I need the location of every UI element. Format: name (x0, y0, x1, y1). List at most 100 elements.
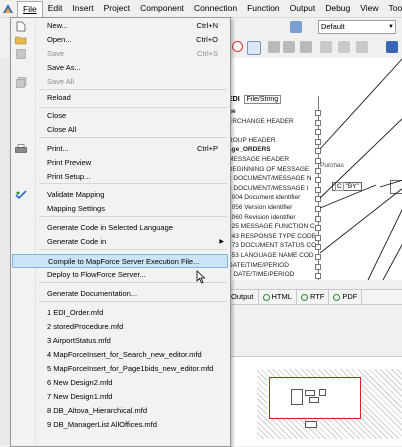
connect-icon[interactable] (247, 41, 261, 55)
menu-separator (39, 301, 227, 302)
menu-connection[interactable]: Connection (189, 1, 242, 16)
menu-item-3-airportstatus-mfd[interactable]: 3 AirportStatus.mfd (12, 334, 228, 348)
menu-item-save-as[interactable]: Save As... (12, 61, 228, 75)
menu-item-label: Reload (47, 93, 71, 102)
menu-item-label: 5 MapForceInsert_for_Page1bids_new_edito… (47, 364, 214, 373)
tab-pdf[interactable]: PDF (329, 290, 363, 304)
function-icon[interactable] (386, 41, 398, 53)
tab-html[interactable]: HTML (259, 290, 297, 304)
menu-separator (39, 216, 227, 217)
menu-item-new[interactable]: New... Ctrl+N (12, 19, 228, 33)
validate-icon (15, 189, 27, 201)
menu-item-label: Generate Code in Selected Language (47, 223, 173, 232)
menu-item-shortcut: Ctrl+P (196, 144, 218, 153)
menu-tools[interactable]: Tools (384, 1, 402, 16)
menu-item-label: 9 DB_ManagerList AllOffices.mfd (47, 420, 157, 429)
overview-component (291, 389, 303, 405)
menu-item-generate-code-in-selected-language[interactable]: Generate Code in Selected Language (12, 221, 228, 235)
menu-item-shortcut: Ctrl+S (196, 49, 218, 58)
save-all-icon (15, 76, 27, 88)
menu-output[interactable]: Output (285, 1, 321, 16)
menu-item-9-db-managerlist-alloffices-mfd[interactable]: 9 DB_ManagerList AllOffices.mfd (12, 418, 228, 432)
menu-item-label: Print Preview (47, 158, 92, 167)
menu-item-open[interactable]: Open... Ctrl+O (12, 33, 228, 47)
menu-item-label: New... (47, 21, 68, 30)
align-3-icon[interactable] (300, 41, 312, 53)
menu-separator (39, 137, 227, 138)
menu-item-2-storedprocedure-mfd[interactable]: 2 storedProcedure.mfd (12, 320, 228, 334)
menu-view[interactable]: View (355, 1, 383, 16)
menu-separator (39, 249, 227, 250)
overview-node (305, 390, 315, 396)
menu-item-5-mapforceinsert-for-page1bids-new-editor-mfd[interactable]: 5 MapForceInsert_for_Page1bids_new_edito… (12, 362, 228, 376)
menu-item-label: Close All (47, 125, 77, 134)
menu-item-save[interactable]: Save Ctrl+S (12, 47, 228, 61)
menu-item-7-new-design1-mfd[interactable]: 7 New Design1.mfd (12, 390, 228, 404)
menu-item-label: Open... (47, 35, 72, 44)
menu-item-6-new-design2-mfd[interactable]: 6 New Design2.mfd (12, 376, 228, 390)
file-menu: New... Ctrl+N Open... Ctrl+O Save Ctrl+S Save … (10, 17, 231, 447)
menu-item-label: Mapping Settings (47, 204, 105, 213)
menu-item-label: Print... (47, 144, 69, 153)
menu-item-8-db-altova-hierarchical-mfd[interactable]: 8 DB_Altova_Hierarchical.mfd (12, 404, 228, 418)
overview-node-3 (319, 389, 326, 396)
menu-item-label: 6 New Design2.mfd (47, 378, 113, 387)
menu-edit[interactable]: Edit (43, 1, 68, 16)
overview-pane[interactable] (227, 356, 402, 446)
menu-item-label: Save As... (47, 63, 81, 72)
menu-item-label: Generate Code in (47, 237, 107, 246)
menu-item-label: Validate Mapping (47, 190, 105, 199)
menu-item-4-mapforceinsert-for-search-new-editor-mfd[interactable]: 4 MapForceInsert_for_Search_new_editor.m… (12, 348, 228, 362)
stop-icon[interactable] (232, 41, 243, 52)
menu-debug[interactable]: Debug (320, 1, 355, 16)
menu-item-label: Compile to MapForce Server Execution Fil… (48, 257, 200, 266)
mapping-canvas[interactable]: EDI File/String ge ERCHANGE HEADER ROUP HE… (227, 58, 402, 280)
menu-item-validate-mapping[interactable]: Validate Mapping (12, 188, 228, 202)
layout-icon[interactable] (320, 41, 332, 53)
mapforce-app-icon[interactable] (2, 2, 14, 16)
menu-item-label: Save All (47, 77, 75, 86)
menu-item-compile-to-mapforce-server-execution-file[interactable]: Compile to MapForce Server Execution Fil… (12, 254, 228, 268)
save-icon (15, 48, 27, 60)
xslt-icon[interactable] (290, 21, 302, 33)
tab-rtf[interactable]: RTF (297, 290, 330, 304)
layout-3-icon[interactable] (356, 41, 368, 53)
menu-item-1-edi-order-mfd[interactable]: 1 EDI_Order.mfd (12, 306, 228, 320)
menu-file[interactable]: File (17, 0, 43, 17)
align-2-icon[interactable] (283, 41, 295, 53)
layout-2-icon[interactable] (338, 41, 350, 53)
menu-item-label: 4 MapForceInsert_for_Search_new_editor.m… (47, 350, 202, 359)
tab-output[interactable]: Output (227, 290, 259, 304)
menu-item-label: 1 EDI_Order.mfd (47, 308, 104, 317)
menu-item-label: 3 AirportStatus.mfd (47, 336, 111, 345)
menu-item-mapping-settings[interactable]: Mapping Settings (12, 202, 228, 216)
menu-insert[interactable]: Insert (67, 1, 98, 16)
print-icon (15, 143, 27, 155)
menu-item-print[interactable]: Print... Ctrl+P (12, 142, 228, 156)
menu-item-close-all[interactable]: Close All (12, 123, 228, 137)
menu-item-generate-code-in[interactable]: Generate Code in ▶ (12, 235, 228, 249)
menu-item-generate-documentation[interactable]: Generate Documentation... (12, 287, 228, 301)
mouse-cursor-icon (196, 270, 206, 284)
menu-item-label: 8 DB_Altova_Hierarchical.mfd (47, 406, 148, 415)
menu-separator (39, 89, 227, 90)
menu-function[interactable]: Function (242, 1, 285, 16)
menu-item-print-preview[interactable]: Print Preview (12, 156, 228, 170)
menu-item-label: Close (47, 111, 67, 120)
new-file-icon (15, 20, 27, 32)
output-language-value: Default (321, 22, 345, 31)
menu-item-print-setup[interactable]: Print Setup... (12, 170, 228, 184)
menu-bar: File Edit Insert Project Component Conne… (0, 0, 402, 18)
menu-item-label: Save (47, 49, 65, 58)
menu-item-label: 2 storedProcedure.mfd (47, 322, 124, 331)
menu-project[interactable]: Project (99, 1, 135, 16)
menu-item-close[interactable]: Close (12, 109, 228, 123)
connection-lines (319, 58, 402, 280)
output-tabs: Output HTML RTF PDF (227, 289, 402, 305)
menu-item-save-all[interactable]: Save All (12, 75, 228, 89)
align-icon[interactable] (268, 41, 280, 53)
menu-item-label: Deploy to FlowForce Server... (47, 270, 146, 279)
output-language-select[interactable]: Default ▼ (318, 20, 396, 34)
menu-component[interactable]: Component (135, 1, 189, 16)
menu-item-reload[interactable]: Reload (12, 91, 228, 105)
